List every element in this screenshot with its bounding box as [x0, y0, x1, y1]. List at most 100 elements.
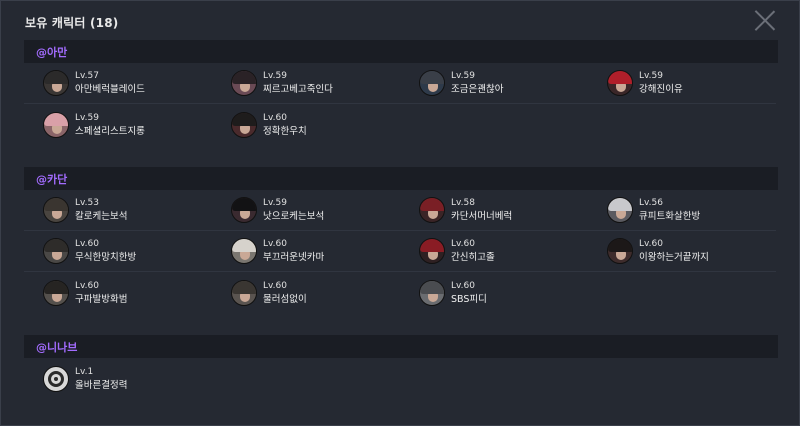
character-card[interactable]: Lv.56 큐피트화살한방: [588, 190, 776, 231]
portrait-hair: [420, 239, 444, 252]
server-section-aman: @아만 Lv.57 아만베럭블레이드 Lv.59 찌르고베고죽인다 Lv.59 조금은괜찮…: [24, 40, 778, 145]
character-name: 스페셜리스트지롱: [75, 125, 145, 137]
character-card[interactable]: Lv.60 물러섬없이: [212, 272, 400, 313]
server-header: @아만: [24, 40, 778, 63]
character-card[interactable]: Lv.60 간신히고졸: [400, 231, 588, 272]
character-card[interactable]: Lv.53 칼로케는보석: [24, 190, 212, 231]
portrait-hair: [420, 71, 444, 84]
portrait-hair: [232, 112, 256, 126]
character-level: Lv.60: [263, 112, 287, 123]
character-portrait-icon: [231, 238, 257, 264]
character-info: Lv.59 낫으로케는보석: [263, 197, 324, 223]
portrait-hair: [232, 239, 256, 252]
character-card[interactable]: Lv.60 무식한망치한방: [24, 231, 212, 272]
character-level: Lv.60: [263, 239, 287, 249]
portrait-hair: [44, 71, 68, 84]
character-name: 이왕하는거끝까지: [639, 252, 709, 263]
character-portrait-icon: [231, 197, 257, 223]
character-name: 무식한망치한방: [75, 252, 137, 263]
character-card[interactable]: Lv.59 낫으로케는보석: [212, 190, 400, 231]
character-portrait-icon: [43, 279, 69, 306]
class-emblem-icon: [43, 365, 69, 392]
character-info: Lv.59 스페셜리스트지롱: [75, 112, 145, 138]
portrait-hair: [44, 239, 68, 252]
character-level: Lv.59: [75, 112, 99, 123]
character-card[interactable]: Lv.60 이왕하는거끝까지: [588, 231, 776, 272]
character-portrait-icon: [419, 70, 445, 96]
emblem-dot: [54, 376, 58, 381]
server-header: @카단: [24, 167, 778, 190]
character-portrait-icon: [231, 70, 257, 96]
character-name: 아만베럭블레이드: [75, 84, 145, 95]
character-name: 올바른결정력: [75, 379, 128, 391]
character-name: 큐피트화살한방: [639, 211, 701, 222]
character-info: Lv.60 부끄러운넷카마: [263, 238, 324, 264]
character-info: Lv.59 찌르고베고죽인다: [263, 70, 333, 96]
character-info: Lv.59 강해진이유: [639, 70, 683, 96]
server-header: @니나브: [24, 335, 778, 358]
panel-title: 보유 캐릭터 (18): [25, 16, 119, 30]
character-card[interactable]: Lv.60 부끄러운넷카마: [212, 231, 400, 272]
character-info: Lv.60 간신히고졸: [451, 238, 495, 264]
owned-characters-panel: 보유 캐릭터 (18) @아만 Lv.57 아만베럭블레이드 Lv.59 찌르고베고죽…: [0, 0, 800, 426]
character-name: 카단서머너베럭: [451, 211, 513, 222]
character-portrait-icon: [607, 197, 633, 223]
character-card[interactable]: Lv.58 카단서머너베럭: [400, 190, 588, 231]
portrait-hair: [232, 71, 256, 84]
character-portrait-icon: [419, 238, 445, 264]
character-card[interactable]: Lv.60 정확한우치: [212, 104, 400, 145]
character-info: Lv.53 칼로케는보석: [75, 197, 127, 223]
character-card[interactable]: Lv.59 찌르고베고죽인다: [212, 63, 400, 104]
character-name: 간신히고졸: [451, 252, 495, 263]
character-name: 구파발방화범: [75, 293, 128, 305]
character-name: 강해진이유: [639, 84, 683, 95]
character-portrait-icon: [607, 70, 633, 96]
portrait-hair: [232, 198, 256, 211]
character-card[interactable]: Lv.59 조금은괜찮아: [400, 63, 588, 104]
portrait-hair: [232, 280, 256, 294]
portrait-hair: [44, 198, 68, 211]
character-info: Lv.58 카단서머너베럭: [451, 197, 512, 223]
character-info: Lv.59 조금은괜찮아: [451, 70, 503, 96]
portrait-hair: [44, 280, 68, 294]
character-level: Lv.58: [451, 198, 475, 208]
close-icon[interactable]: [755, 10, 775, 30]
character-card[interactable]: Lv.59 강해진이유: [588, 63, 776, 104]
character-level: Lv.56: [639, 198, 663, 208]
character-name: 찌르고베고죽인다: [263, 84, 333, 95]
character-level: Lv.60: [263, 280, 287, 291]
character-card[interactable]: Lv.57 아만베럭블레이드: [24, 63, 212, 104]
character-portrait-icon: [43, 238, 69, 264]
character-level: Lv.59: [263, 198, 287, 208]
character-portrait-icon: [231, 111, 257, 138]
character-portrait-icon: [43, 70, 69, 96]
character-card[interactable]: Lv.1 올바른결정력: [24, 358, 212, 399]
character-card[interactable]: Lv.60 구파발방화범: [24, 272, 212, 313]
character-level: Lv.60: [639, 239, 663, 249]
character-level: Lv.60: [75, 280, 99, 291]
character-portrait-icon: [43, 111, 69, 138]
character-name: 칼로케는보석: [75, 211, 128, 222]
character-card[interactable]: Lv.59 스페셜리스트지롱: [24, 104, 212, 145]
portrait-hair: [420, 198, 444, 211]
character-info: Lv.60 물러섬없이: [263, 280, 307, 306]
character-grid: Lv.57 아만베럭블레이드 Lv.59 찌르고베고죽인다 Lv.59 조금은괜찮아 Lv.…: [24, 63, 778, 145]
portrait-hair: [608, 71, 632, 84]
server-section-ninav: @니나브 Lv.1 올바른결정력: [24, 335, 778, 399]
character-portrait-icon: [419, 197, 445, 223]
character-info: Lv.60 정확한우치: [263, 112, 307, 138]
character-level: Lv.59: [263, 71, 287, 81]
character-info: Lv.57 아만베럭블레이드: [75, 70, 145, 96]
character-level: Lv.60: [75, 239, 99, 249]
character-level: Lv.59: [451, 71, 475, 81]
character-name: 정확한우치: [263, 125, 307, 137]
character-name: 부끄러운넷카마: [263, 252, 325, 263]
character-level: Lv.1: [75, 366, 94, 377]
character-name: 조금은괜찮아: [451, 84, 504, 95]
character-portrait-icon: [231, 279, 257, 306]
character-card[interactable]: Lv.60 SBS피디: [400, 272, 588, 313]
portrait-hair: [608, 239, 632, 252]
character-info: Lv.60 이왕하는거끝까지: [639, 238, 709, 264]
character-name: SBS피디: [451, 293, 487, 305]
character-level: Lv.57: [75, 71, 99, 81]
